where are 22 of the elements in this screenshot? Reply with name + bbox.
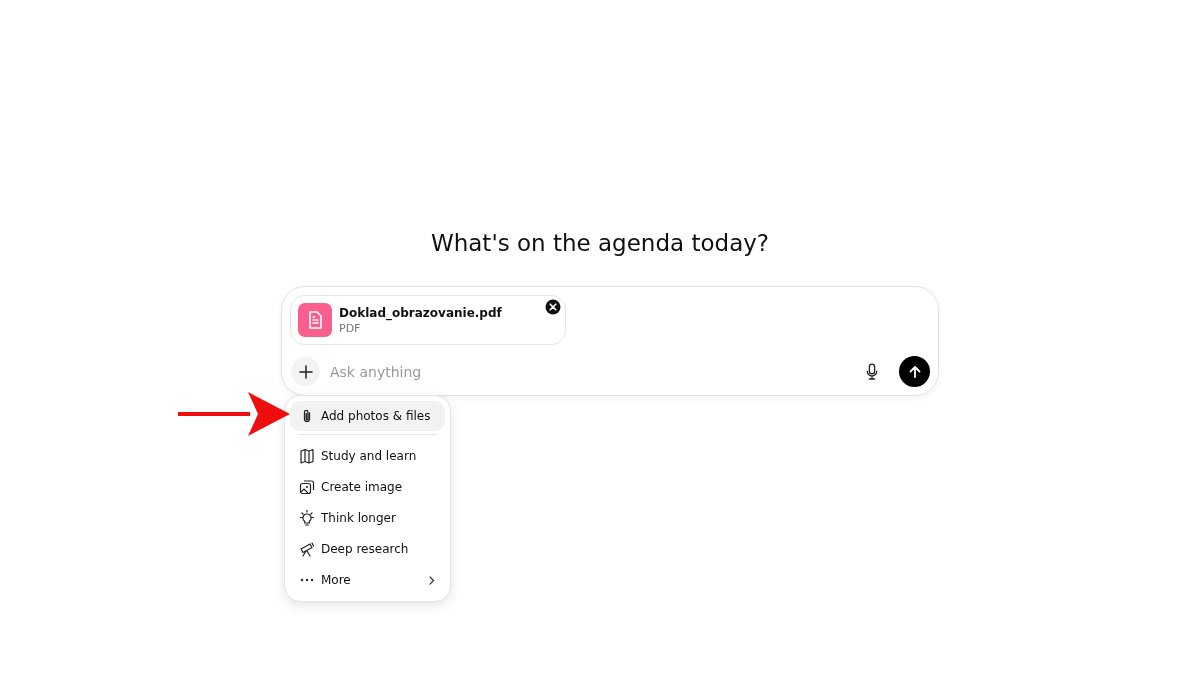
- input-field[interactable]: Ask anything: [328, 362, 857, 381]
- close-button[interactable]: [545, 299, 561, 315]
- menu-item[interactable]: Add photos & files: [290, 401, 445, 431]
- telescope-icon: [299, 541, 315, 557]
- menu-item[interactable]: Create image: [290, 472, 445, 502]
- send-button[interactable]: [899, 356, 930, 387]
- book-icon: [299, 448, 315, 464]
- file-type: PDF: [339, 321, 362, 335]
- menu-item[interactable]: Study and learn: [290, 441, 445, 471]
- menu-item[interactable]: Deep research: [290, 534, 445, 564]
- file-name: Doklad_obrazovanie.pdf: [339, 305, 502, 320]
- plus-button[interactable]: [291, 357, 320, 386]
- microphone-icon[interactable]: [865, 362, 879, 381]
- close-icon: [545, 299, 561, 315]
- lightbulb-icon: [299, 510, 315, 526]
- page-heading: What's on the agenda today?: [429, 229, 771, 258]
- plus-icon: [297, 363, 314, 380]
- chevron-right-icon: [428, 574, 436, 586]
- document-icon: [298, 303, 332, 337]
- menu-item[interactable]: Think longer: [290, 503, 445, 533]
- image-icon: [299, 479, 315, 495]
- menu-item[interactable]: More: [290, 565, 445, 595]
